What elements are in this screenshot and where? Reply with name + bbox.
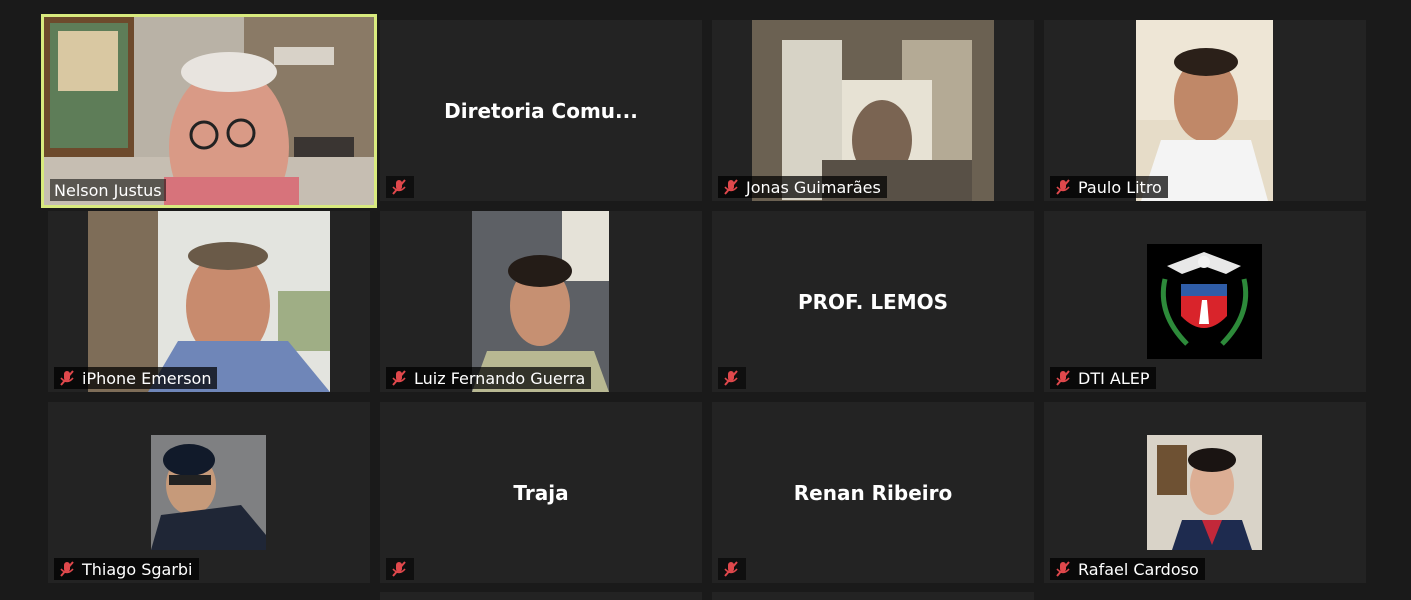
participant-video	[472, 211, 609, 392]
participant-name: DTI ALEP	[1078, 368, 1150, 388]
participant-name: Nelson Justus	[54, 180, 162, 200]
microphone-muted-icon	[390, 560, 408, 578]
participant-name-label	[386, 176, 414, 198]
participant-name-label: Luiz Fernando Guerra	[386, 367, 592, 389]
coat-of-arms-image	[1147, 244, 1262, 359]
participant-name-label: Paulo Litro	[1050, 176, 1168, 198]
participant-photo	[1147, 435, 1262, 550]
participant-name-label: Rafael Cardoso	[1050, 558, 1205, 580]
participant-video	[1136, 20, 1273, 201]
participant-name: Jonas Guimarães	[746, 177, 881, 197]
participant-tile-luiz-fernando-guerra[interactable]: Luiz Fernando Guerra	[380, 211, 702, 392]
participant-tile-jonas-guimaraes[interactable]: Jonas Guimarães	[712, 20, 1034, 201]
microphone-muted-icon	[390, 369, 408, 387]
participant-tile-prof-lemos[interactable]: PROF. LEMOS	[712, 211, 1034, 392]
participant-tile-partial	[380, 592, 702, 600]
microphone-muted-icon	[58, 369, 76, 387]
microphone-muted-icon	[722, 178, 740, 196]
participant-name-label	[386, 558, 414, 580]
participant-name: Rafael Cardoso	[1078, 559, 1199, 579]
participant-name-label: Thiago Sgarbi	[54, 558, 199, 580]
participant-name: Thiago Sgarbi	[82, 559, 193, 579]
participant-name-label	[718, 367, 746, 389]
participant-name-label: Jonas Guimarães	[718, 176, 887, 198]
participant-video	[44, 17, 374, 205]
microphone-muted-icon	[722, 369, 740, 387]
microphone-muted-icon	[1054, 560, 1072, 578]
participant-tile-paulo-litro[interactable]: Paulo Litro	[1044, 20, 1366, 201]
participant-display-name: Traja	[513, 480, 569, 505]
participant-name: iPhone Emerson	[82, 368, 212, 388]
participant-name: Paulo Litro	[1078, 177, 1162, 197]
participant-tile-traja[interactable]: Traja	[380, 402, 702, 583]
participant-video	[88, 211, 330, 392]
microphone-muted-icon	[58, 560, 76, 578]
participant-name-label: Nelson Justus	[50, 179, 166, 201]
participant-name-label: DTI ALEP	[1050, 367, 1156, 389]
microphone-muted-icon	[1054, 178, 1072, 196]
participant-display-name: PROF. LEMOS	[797, 289, 949, 314]
participant-tile-renan-ribeiro[interactable]: Renan Ribeiro	[712, 402, 1034, 583]
participant-tile-rafael-cardoso[interactable]: Rafael Cardoso	[1044, 402, 1366, 583]
participant-video	[752, 20, 994, 201]
participant-name: Luiz Fernando Guerra	[414, 368, 586, 388]
microphone-muted-icon	[722, 560, 740, 578]
participant-tile-nelson-justus[interactable]: Nelson Justus	[41, 14, 377, 208]
microphone-muted-icon	[390, 178, 408, 196]
microphone-muted-icon	[1054, 369, 1072, 387]
participant-tile-iphone-emerson[interactable]: iPhone Emerson	[48, 211, 370, 392]
participant-tile-dti-alep[interactable]: DTI ALEP	[1044, 211, 1366, 392]
participant-tile-diretoria[interactable]: Diretoria Comu...	[380, 20, 702, 201]
participant-display-name: Diretoria Comu...	[444, 98, 638, 123]
participant-name-label	[718, 558, 746, 580]
participant-tile-partial	[712, 592, 1034, 600]
participant-tile-thiago-sgarbi[interactable]: Thiago Sgarbi	[48, 402, 370, 583]
participant-display-name: Renan Ribeiro	[793, 480, 953, 505]
participant-photo	[151, 435, 266, 550]
participant-name-label: iPhone Emerson	[54, 367, 218, 389]
